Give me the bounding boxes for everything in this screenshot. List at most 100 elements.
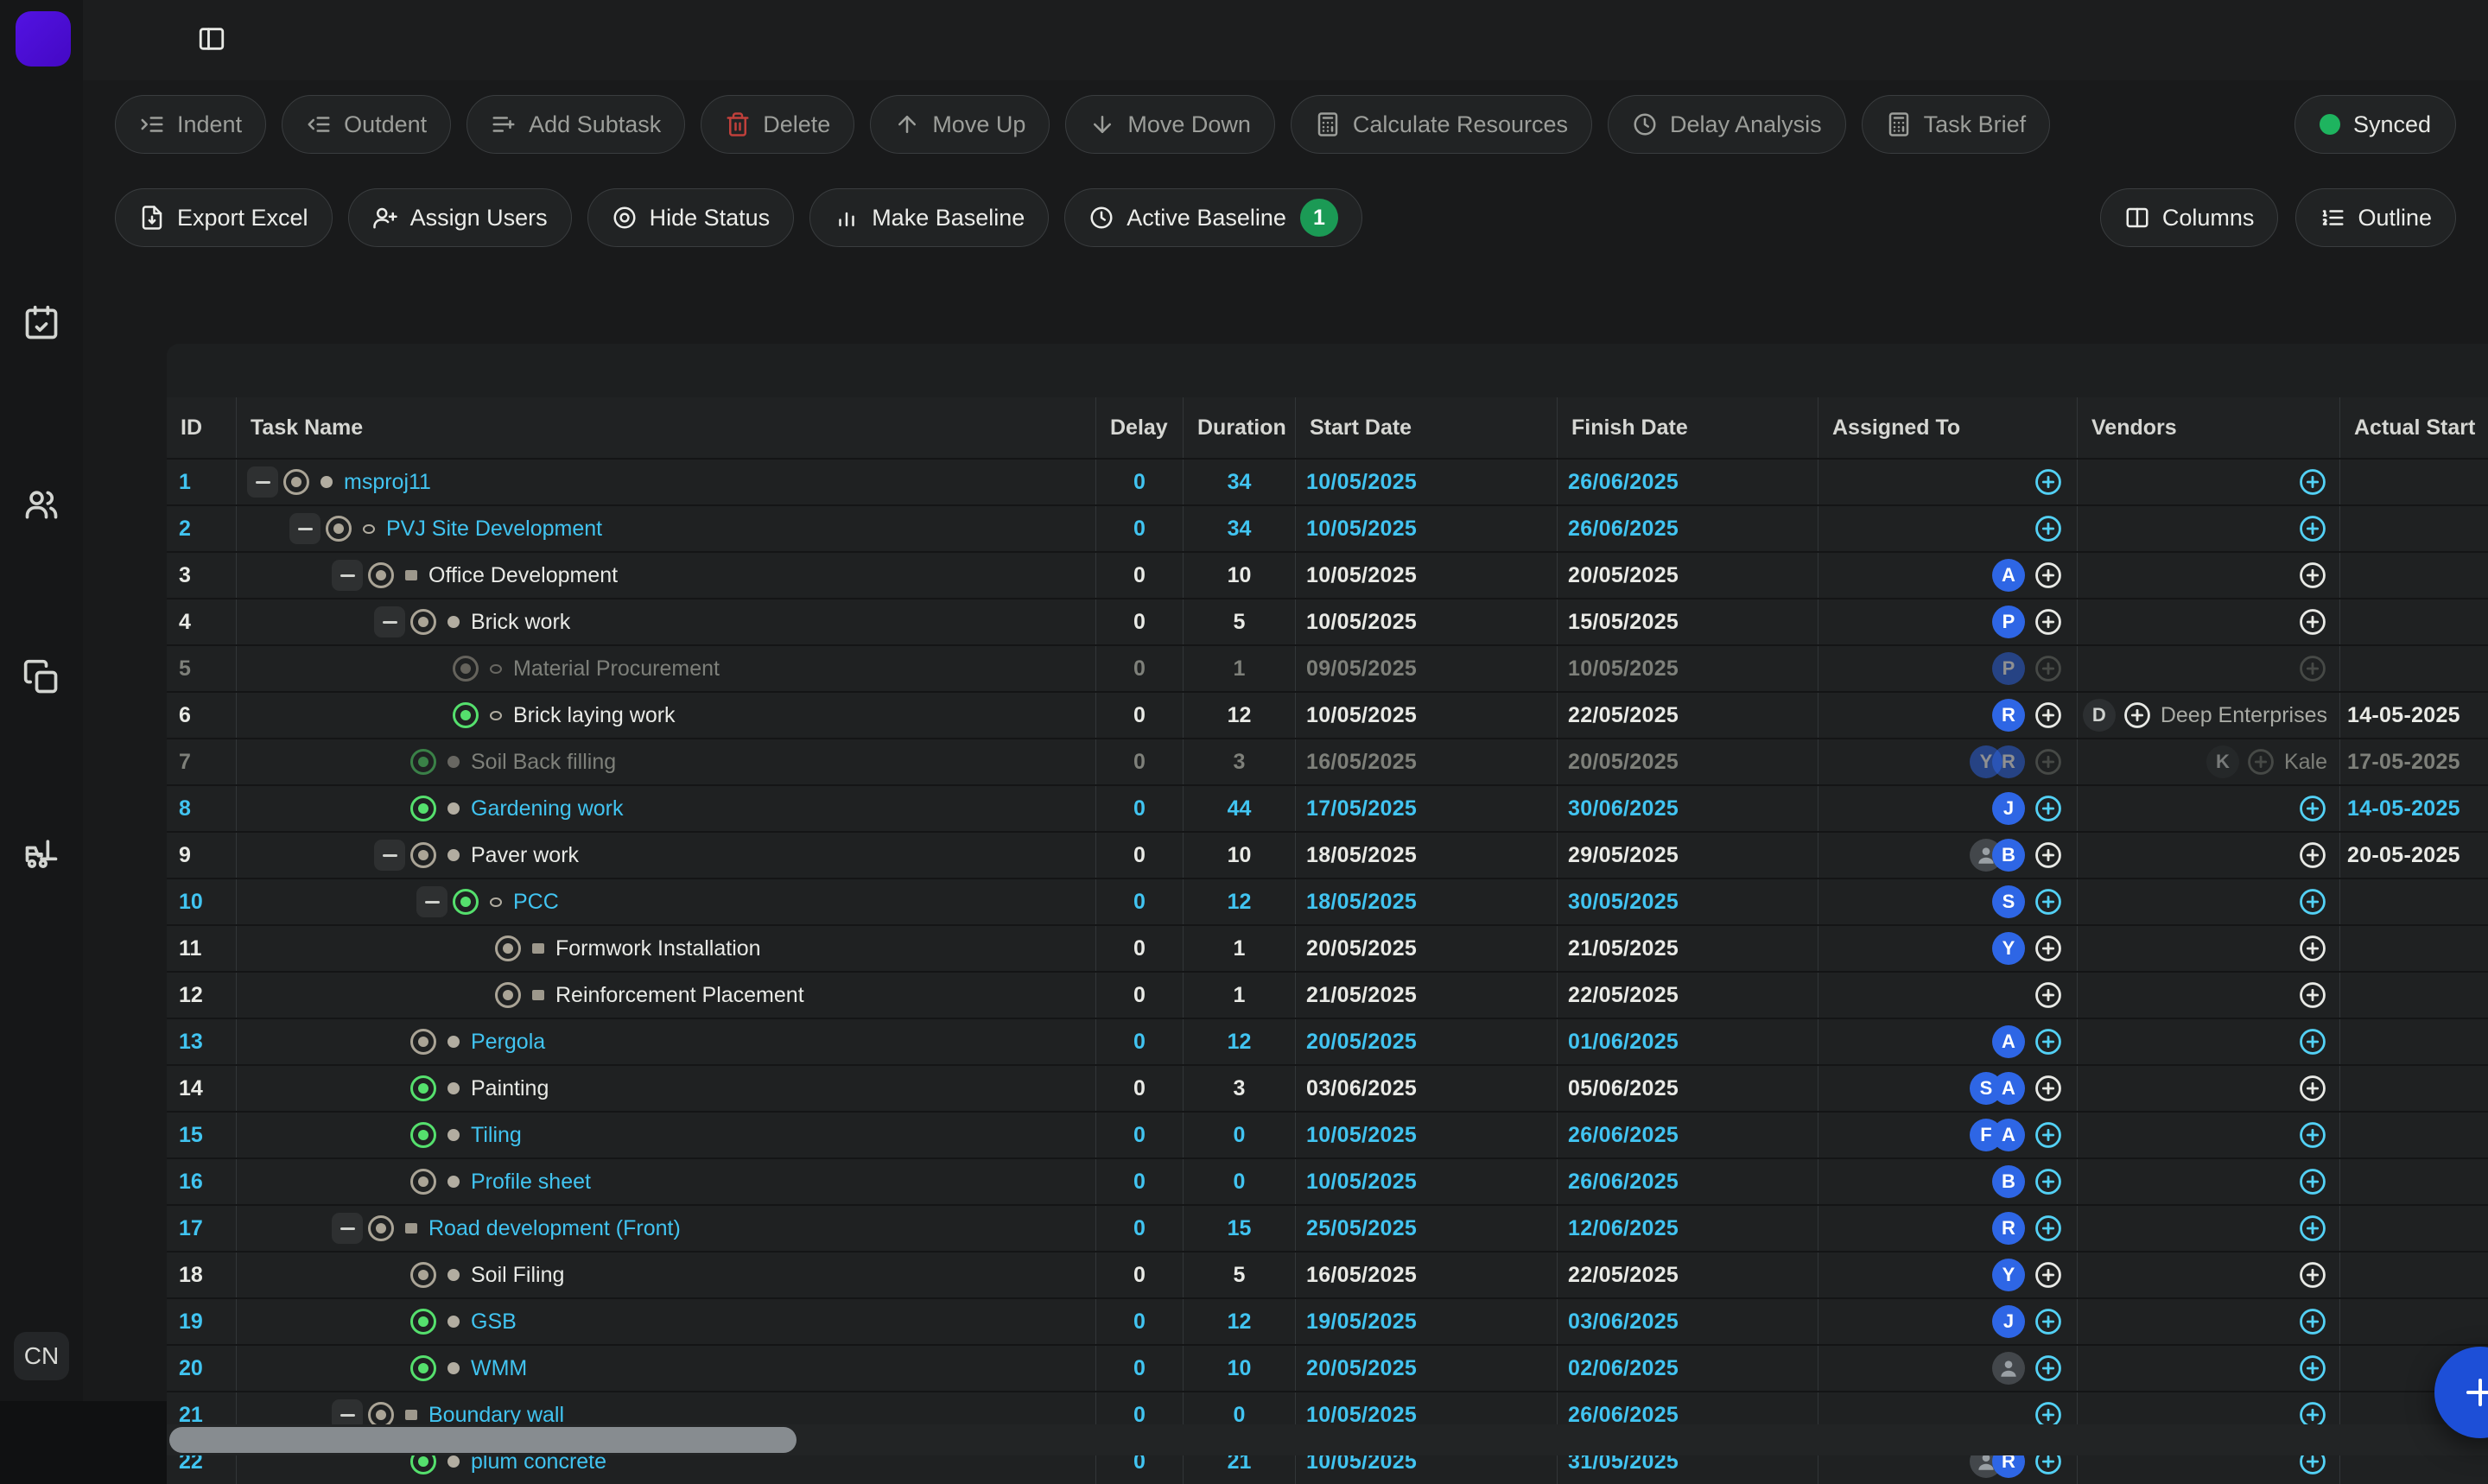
users-icon[interactable] — [22, 485, 60, 523]
table-row[interactable]: 8Gardening work04417/05/202530/06/2025J1… — [167, 784, 2488, 831]
task-name[interactable]: Soil Filing — [471, 1263, 564, 1288]
delay-cell[interactable]: 0 — [1095, 646, 1183, 691]
actual-start-cell[interactable]: 14-05-2025 — [2339, 786, 2488, 831]
delay-cell[interactable]: 0 — [1095, 1159, 1183, 1204]
actual-start-cell[interactable] — [2339, 1113, 2488, 1157]
table-row[interactable]: 1msproj1103410/05/202526/06/2025 — [167, 458, 2488, 504]
finish-date-cell[interactable]: 26/06/2025 — [1557, 460, 1818, 504]
assign-user-plus-icon[interactable] — [2034, 887, 2063, 916]
delay-cell[interactable]: 0 — [1095, 1113, 1183, 1157]
assign-user-plus-icon[interactable] — [2034, 701, 2063, 730]
status-ring-icon[interactable] — [453, 656, 479, 682]
delay-cell[interactable]: 0 — [1095, 599, 1183, 644]
finish-date-cell[interactable]: 29/05/2025 — [1557, 833, 1818, 878]
avatar[interactable]: Y — [1992, 932, 2025, 965]
user-initials-chip[interactable]: CN — [14, 1332, 69, 1380]
start-date-cell[interactable]: 20/05/2025 — [1295, 1019, 1557, 1064]
assign-user-plus-icon[interactable] — [2034, 1307, 2063, 1336]
assign-user-plus-icon[interactable] — [2034, 1260, 2063, 1290]
move-down-button[interactable]: Move Down — [1065, 95, 1275, 154]
finish-date-cell[interactable]: 30/05/2025 — [1557, 879, 1818, 924]
table-row[interactable]: 13Pergola01220/05/202501/06/2025A — [167, 1018, 2488, 1064]
outdent-button[interactable]: Outdent — [282, 95, 451, 154]
actual-start-cell[interactable] — [2339, 646, 2488, 691]
app-logo[interactable] — [16, 11, 71, 67]
delay-cell[interactable]: 0 — [1095, 786, 1183, 831]
avatar[interactable]: R — [1992, 745, 2025, 778]
actual-start-cell[interactable] — [2339, 1299, 2488, 1344]
add-vendor-plus-icon[interactable] — [2298, 654, 2327, 683]
table-row[interactable]: 3Office Development01010/05/202520/05/20… — [167, 551, 2488, 598]
avatar[interactable]: P — [1992, 652, 2025, 685]
avatar[interactable]: A — [1992, 1072, 2025, 1105]
delay-cell[interactable]: 0 — [1095, 1206, 1183, 1251]
duration-cell[interactable]: 34 — [1183, 506, 1295, 551]
duration-cell[interactable]: 10 — [1183, 833, 1295, 878]
table-row[interactable]: 2PVJ Site Development03410/05/202526/06/… — [167, 504, 2488, 551]
task-name[interactable]: Brick work — [471, 610, 570, 635]
actual-start-cell[interactable] — [2339, 926, 2488, 971]
task-name[interactable]: Formwork Installation — [555, 936, 761, 961]
vendor-avatar[interactable]: D — [2083, 699, 2116, 732]
assign-user-plus-icon[interactable] — [2034, 467, 2063, 497]
make-baseline-button[interactable]: Make Baseline — [809, 188, 1049, 247]
avatar[interactable]: B — [1992, 839, 2025, 872]
add-vendor-plus-icon[interactable] — [2298, 607, 2327, 637]
finish-date-cell[interactable]: 10/05/2025 — [1557, 646, 1818, 691]
assign-user-plus-icon[interactable] — [2034, 607, 2063, 637]
collapse-toggle[interactable] — [289, 513, 321, 544]
task-name[interactable]: PCC — [513, 890, 559, 915]
task-name[interactable]: Pergola — [471, 1030, 545, 1055]
status-ring-icon[interactable] — [410, 1122, 436, 1148]
table-row[interactable]: 19GSB01219/05/202503/06/2025J — [167, 1297, 2488, 1344]
column-header-finish-date[interactable]: Finish Date — [1557, 397, 1818, 458]
table-row[interactable]: 15Tiling0010/05/202526/06/2025FA — [167, 1111, 2488, 1157]
start-date-cell[interactable]: 09/05/2025 — [1295, 646, 1557, 691]
add-vendor-plus-icon[interactable] — [2298, 1307, 2327, 1336]
column-header-id[interactable]: ID — [167, 397, 236, 458]
delay-cell[interactable]: 0 — [1095, 460, 1183, 504]
task-name[interactable]: PVJ Site Development — [386, 517, 602, 542]
actual-start-cell[interactable] — [2339, 460, 2488, 504]
start-date-cell[interactable]: 16/05/2025 — [1295, 739, 1557, 784]
add-vendor-plus-icon[interactable] — [2298, 1027, 2327, 1056]
add-vendor-plus-icon[interactable] — [2298, 887, 2327, 916]
actual-start-cell[interactable]: 14-05-2025 — [2339, 693, 2488, 738]
finish-date-cell[interactable]: 30/06/2025 — [1557, 786, 1818, 831]
column-header-vendors[interactable]: Vendors — [2077, 397, 2339, 458]
actual-start-cell[interactable] — [2339, 1066, 2488, 1111]
table-row[interactable]: 18Soil Filing0516/05/202522/05/2025Y — [167, 1251, 2488, 1297]
delay-cell[interactable]: 0 — [1095, 693, 1183, 738]
add-vendor-plus-icon[interactable] — [2298, 514, 2327, 543]
add-vendor-plus-icon[interactable] — [2298, 467, 2327, 497]
delay-cell[interactable]: 0 — [1095, 973, 1183, 1018]
assign-users-button[interactable]: Assign Users — [348, 188, 572, 247]
finish-date-cell[interactable]: 12/06/2025 — [1557, 1206, 1818, 1251]
task-name[interactable]: Reinforcement Placement — [555, 983, 804, 1008]
avatar[interactable]: A — [1992, 1119, 2025, 1151]
duration-cell[interactable]: 12 — [1183, 879, 1295, 924]
task-name[interactable]: Road development (Front) — [428, 1216, 681, 1241]
actual-start-cell[interactable] — [2339, 1206, 2488, 1251]
assign-user-plus-icon[interactable] — [2034, 1027, 2063, 1056]
start-date-cell[interactable]: 10/05/2025 — [1295, 1113, 1557, 1157]
avatar[interactable]: R — [1992, 699, 2025, 732]
status-ring-icon[interactable] — [453, 702, 479, 728]
delay-cell[interactable]: 0 — [1095, 1019, 1183, 1064]
assign-user-plus-icon[interactable] — [2034, 794, 2063, 823]
add-vendor-plus-icon[interactable] — [2298, 1167, 2327, 1196]
table-row[interactable]: 7Soil Back filling0316/05/202520/05/2025… — [167, 738, 2488, 784]
finish-date-cell[interactable]: 01/06/2025 — [1557, 1019, 1818, 1064]
assign-user-plus-icon[interactable] — [2034, 561, 2063, 590]
assign-user-plus-icon[interactable] — [2034, 980, 2063, 1010]
finish-date-cell[interactable]: 22/05/2025 — [1557, 973, 1818, 1018]
finish-date-cell[interactable]: 26/06/2025 — [1557, 1113, 1818, 1157]
duration-cell[interactable]: 5 — [1183, 1253, 1295, 1297]
task-name[interactable]: WMM — [471, 1356, 527, 1381]
duration-cell[interactable]: 34 — [1183, 460, 1295, 504]
finish-date-cell[interactable]: 15/05/2025 — [1557, 599, 1818, 644]
vendor-avatar[interactable]: K — [2206, 745, 2239, 778]
start-date-cell[interactable]: 20/05/2025 — [1295, 1346, 1557, 1391]
status-ring-icon[interactable] — [410, 609, 436, 635]
finish-date-cell[interactable]: 20/05/2025 — [1557, 739, 1818, 784]
